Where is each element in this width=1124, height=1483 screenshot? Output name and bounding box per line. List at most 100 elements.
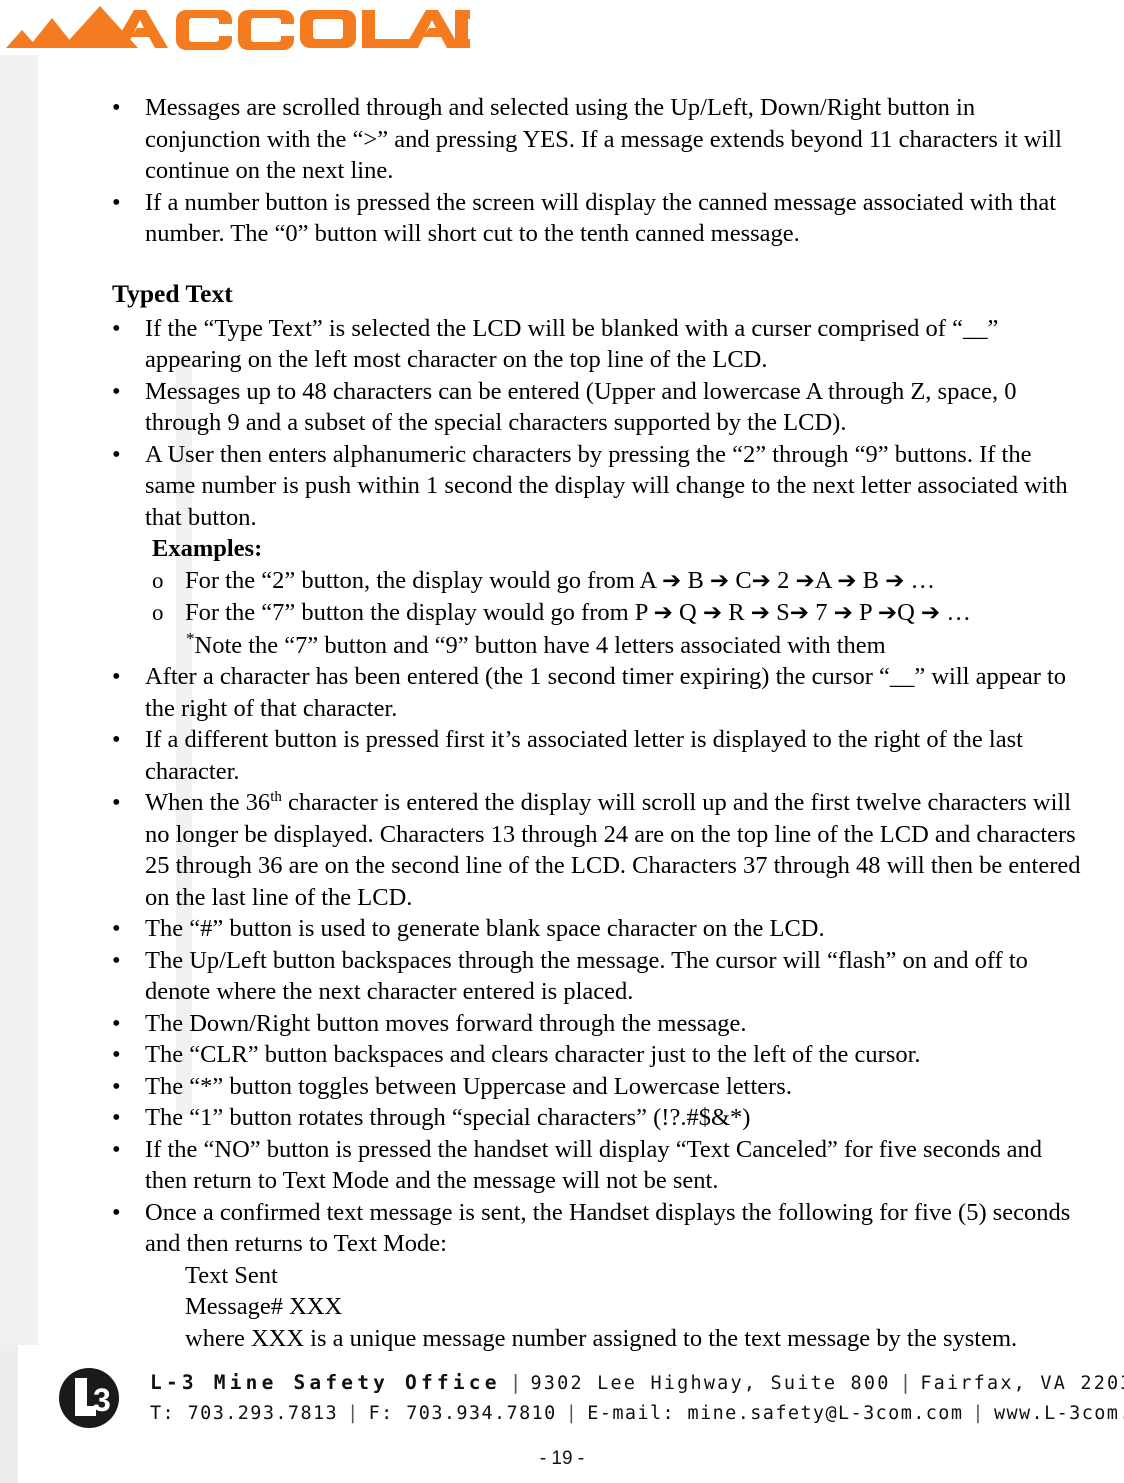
bullet-icon: •: [112, 726, 121, 753]
list-item-text: Once a confirmed text message is sent, t…: [145, 1198, 1071, 1258]
list-item: • The “#” button is used to generate bla…: [0, 913, 1124, 945]
arrow-icon: ➔: [702, 600, 723, 626]
list-item-text: After a character has been entered (the …: [145, 663, 1067, 722]
example-step: S: [776, 599, 790, 626]
list-item: • The Down/Right button moves forward th…: [0, 1008, 1124, 1040]
l3-logo-icon: 3: [58, 1367, 120, 1429]
arrow-icon: ➔: [750, 600, 771, 626]
footer-text-block: L-3 Mine Safety Office | 9302 Lee Highway,…: [150, 1368, 1124, 1429]
list-item-text: The Down/Right button moves forward thro…: [145, 1009, 747, 1037]
page-footer: 3 L-3 Mine Safety Office | 9302 Lee Highwa…: [0, 1358, 1124, 1438]
arrow-icon: ➔: [920, 600, 941, 626]
list-item: o For the “2” button, the display would …: [0, 565, 1124, 598]
list-item: • The “CLR” button backspaces and clears…: [0, 1039, 1124, 1071]
example-step: Q: [679, 599, 703, 626]
bullet-icon: •: [112, 1009, 121, 1037]
example-step: 7: [815, 599, 834, 626]
arrow-icon: ➔: [795, 567, 815, 594]
list-item-text: The Up/Left button backspaces through th…: [145, 946, 1028, 1006]
page-number: - 19 -: [539, 1448, 585, 1469]
circle-bullet-icon: o: [152, 600, 164, 625]
footer-separator: |: [509, 1371, 522, 1394]
arrow-icon: ➔: [789, 600, 810, 626]
list-item: • The “*” button toggles between Upperca…: [0, 1071, 1124, 1103]
example-step: 2: [777, 566, 796, 594]
bullet-icon: •: [112, 1041, 121, 1068]
list-item: • Once a confirmed text message is sent,…: [0, 1197, 1124, 1260]
asterisk-icon: *: [186, 628, 195, 648]
list-item: • The Up/Left button backspaces through …: [0, 945, 1124, 1008]
list-item: • If the “NO” button is pressed the hand…: [0, 1134, 1124, 1197]
display-line: Message# XXX: [185, 1293, 343, 1320]
bullet-icon: •: [112, 1135, 121, 1163]
list-item: o For the “7” button the display would g…: [0, 597, 1124, 630]
list-item-text: If the “Type Text” is selected the LCD w…: [145, 314, 999, 374]
list-item: • If the “Type Text” is selected the LCD…: [0, 313, 1124, 376]
document-page: • Messages are scrolled through and sele…: [0, 0, 1124, 1483]
display-line: where XXX is a unique message number ass…: [185, 1324, 1018, 1352]
list-item-text: A User then enters alphanumeric characte…: [145, 440, 1068, 531]
bullet-icon: •: [112, 188, 121, 216]
arrow-icon: ➔: [837, 567, 857, 594]
bullet-icon: •: [112, 789, 121, 816]
example-step: A: [814, 566, 838, 594]
list-item-text: The “#” button is used to generate blank…: [145, 915, 825, 942]
list-item-text: If a different button is pressed first i…: [145, 726, 1023, 785]
example-prefix: For the “2” button, the display would go…: [185, 566, 663, 594]
example-step: C: [735, 566, 752, 594]
list-item-text: Messages are scrolled through and select…: [145, 94, 1062, 184]
footnote-text: Note the “7” button and “9” button have …: [194, 631, 886, 659]
footer-line-2: T: 703.293.7813 | F: 703.934.7810 | E-mail: …: [150, 1399, 1124, 1429]
footer-city-state-zip: Fairfax, VA 22031: [920, 1373, 1124, 1394]
section-heading: Typed Text: [112, 278, 233, 308]
list-item: • After a character has been entered (th…: [0, 661, 1124, 724]
bullet-icon: •: [112, 946, 121, 974]
footer-address: 9302 Lee Highway, Suite 800: [530, 1373, 891, 1394]
list-item-text: Messages up to 48 characters can be ente…: [145, 377, 1017, 437]
display-line: Text Sent: [185, 1261, 278, 1289]
typed-text-bullet-list-a: • If the “Type Text” is selected the LCD…: [0, 313, 1124, 534]
example-step: …: [910, 566, 935, 594]
bullet-icon: •: [112, 377, 121, 405]
list-item: • A User then enters alphanumeric charac…: [0, 439, 1124, 534]
footer-line-1: L-3 Mine Safety Office | 9302 Lee Highway,…: [150, 1368, 1124, 1399]
footer-website[interactable]: www.L-3com.com/mine_safety: [994, 1403, 1124, 1424]
lcd-display-sample: Text Sent Message# XXX where XXX is a un…: [185, 1260, 1124, 1355]
list-item: • When the 36th character is entered the…: [0, 787, 1124, 913]
list-item: • Messages up to 48 characters can be en…: [0, 376, 1124, 439]
bullet-icon: •: [112, 1104, 121, 1131]
examples-label: Examples:: [152, 535, 263, 562]
list-item-text-post: character is entered the display will sc…: [145, 789, 1081, 911]
arrow-icon: ➔: [885, 567, 905, 594]
list-item-text: The “CLR” button backspaces and clears c…: [145, 1041, 921, 1068]
bullet-icon: •: [112, 663, 121, 690]
list-item-text: If the “NO” button is pressed the handse…: [145, 1135, 1043, 1195]
example-prefix: For the “7” button the display would go …: [185, 599, 654, 626]
circle-bullet-icon: o: [152, 567, 164, 593]
example-step: B: [862, 566, 886, 594]
footer-phone: T: 703.293.7813: [150, 1403, 339, 1424]
footer-separator: |: [347, 1403, 360, 1424]
typed-text-bullet-list-b: • After a character has been entered (th…: [0, 661, 1124, 1260]
arrow-icon: ➔: [709, 567, 730, 594]
example-step: R: [728, 599, 751, 626]
list-item-text: If a number button is pressed the screen…: [145, 188, 1056, 248]
list-item: • The “1” button rotates through “specia…: [0, 1102, 1124, 1134]
example-step: Q: [897, 599, 921, 626]
footer-separator: |: [899, 1371, 912, 1394]
bullet-icon: •: [112, 440, 121, 468]
bullet-icon: •: [112, 1198, 121, 1226]
example-step: P: [858, 599, 878, 626]
arrow-icon: ➔: [877, 600, 898, 626]
list-item: • If a number button is pressed the scre…: [0, 187, 1124, 250]
bullet-icon: •: [112, 1072, 121, 1100]
list-item: • Messages are scrolled through and sele…: [0, 92, 1124, 187]
top-bullet-list: • Messages are scrolled through and sele…: [0, 92, 1124, 250]
footer-email[interactable]: E-mail: mine.safety@L-3com.com: [587, 1403, 963, 1424]
bullet-icon: •: [112, 314, 121, 342]
footer-company: L-3 Mine Safety Office: [150, 1371, 501, 1394]
arrow-icon: ➔: [662, 567, 682, 594]
ordinal-suffix: th: [270, 788, 282, 805]
footer-separator: |: [972, 1403, 985, 1424]
list-item-text-pre: When the 36: [145, 789, 271, 816]
